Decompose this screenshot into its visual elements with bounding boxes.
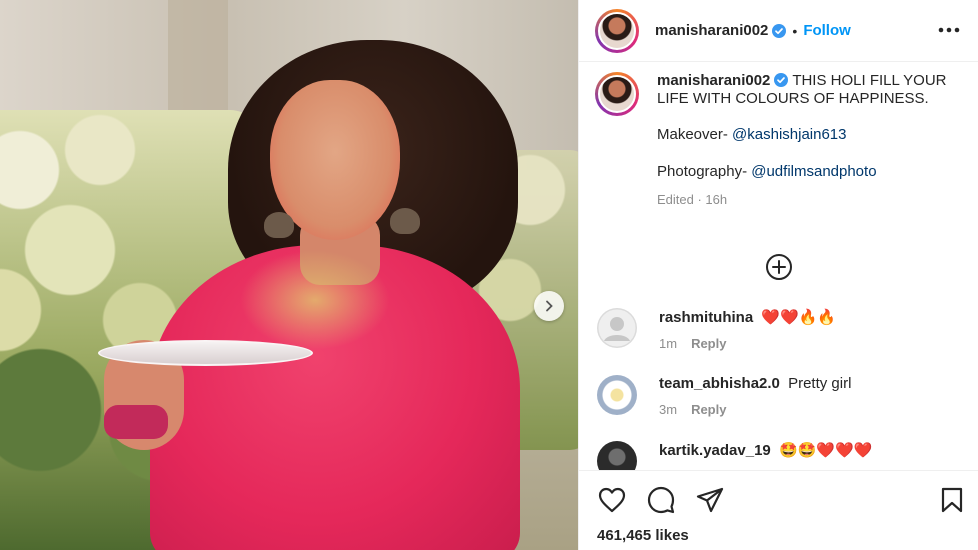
post-photo[interactable]: [0, 0, 578, 550]
author-username[interactable]: manisharani002: [655, 22, 768, 39]
verified-badge-icon: [772, 23, 787, 38]
comment-icon: [647, 486, 675, 514]
carousel-next-button[interactable]: [534, 291, 564, 321]
comment-meta: 1m Reply: [659, 336, 836, 351]
caption-photography-line: Photography- @udfilmsandphoto: [657, 163, 947, 181]
caption-makeover-line: Makeover- @kashishjain613: [657, 126, 947, 144]
post-caption: manisharani002 THIS HOLI FILL YOUR LIFE …: [595, 72, 965, 209]
author-avatar-image: [598, 11, 636, 50]
share-button[interactable]: [695, 485, 725, 515]
comment-line: team_abhisha2.0 Pretty girl: [659, 375, 851, 392]
comment-avatar[interactable]: [597, 375, 637, 415]
photo-earring-left: [264, 212, 294, 238]
heart-outline-icon: [598, 487, 626, 513]
caption-author-avatar[interactable]: [595, 72, 639, 116]
comment-time: 3m: [659, 402, 678, 417]
comment-line: kartik.yadav_19 🤩🤩❤️❤️❤️: [659, 441, 872, 459]
comment-item: rashmituhina ❤️❤️🔥🔥 1m Reply: [597, 308, 836, 351]
photography-mention-link[interactable]: @udfilmsandphoto: [751, 163, 876, 180]
comment-time: 1m: [659, 336, 678, 351]
comment-reply-button[interactable]: Reply: [691, 336, 726, 351]
photo-plate: [98, 340, 313, 366]
comment-username[interactable]: kartik.yadav_19: [659, 442, 771, 459]
photo-holi-powder: [240, 250, 390, 350]
photography-label: Photography-: [657, 163, 748, 180]
post-action-bar: 461,465 likes: [579, 470, 978, 550]
comment-button[interactable]: [646, 485, 676, 515]
comment-item: kartik.yadav_19 🤩🤩❤️❤️❤️: [597, 441, 872, 470]
comment-reply-button[interactable]: Reply: [691, 402, 726, 417]
more-horizontal-icon: [938, 27, 960, 33]
save-button[interactable]: [937, 485, 967, 515]
paper-plane-icon: [696, 487, 724, 513]
makeover-mention-link[interactable]: @kashishjain613: [732, 126, 846, 143]
comment-line: rashmituhina ❤️❤️🔥🔥: [659, 308, 836, 326]
verified-badge-icon: [774, 73, 789, 87]
makeover-label: Makeover-: [657, 126, 728, 143]
chevron-right-icon: [546, 300, 553, 312]
post-side-panel: manisharani002 • Follow manisharani002 T…: [578, 0, 978, 550]
photo-earring-right: [390, 208, 420, 234]
comment-avatar[interactable]: [597, 308, 637, 348]
comment-text: Pretty girl: [788, 375, 852, 392]
follow-button[interactable]: Follow: [803, 22, 851, 39]
comment-text: ❤️❤️🔥🔥: [761, 309, 837, 326]
header-separator: •: [792, 22, 798, 39]
author-avatar[interactable]: [595, 8, 639, 53]
default-avatar-icon: [597, 308, 637, 348]
comment-username[interactable]: rashmituhina: [659, 309, 753, 326]
photo-bangle: [104, 405, 168, 439]
comment-username[interactable]: team_abhisha2.0: [659, 375, 780, 392]
caption-username[interactable]: manisharani002: [657, 72, 770, 89]
comment-meta: 3m Reply: [659, 402, 851, 417]
post-header: manisharani002 • Follow: [579, 0, 978, 62]
like-button[interactable]: [597, 485, 627, 515]
likes-count[interactable]: 461,465 likes: [597, 527, 689, 544]
caption-edited-meta: Edited · 16h: [657, 192, 728, 207]
comment-text: 🤩🤩❤️❤️❤️: [778, 442, 873, 459]
caption-text: manisharani002 THIS HOLI FILL YOUR LIFE …: [657, 72, 947, 209]
more-options-button[interactable]: [937, 18, 961, 42]
comment-avatar[interactable]: [597, 441, 637, 470]
load-more-comments-button[interactable]: [765, 253, 793, 281]
comment-item: team_abhisha2.0 Pretty girl 3m Reply: [597, 375, 851, 417]
bookmark-icon: [941, 487, 963, 513]
plus-circle-icon: [766, 254, 792, 280]
caption-line-1: manisharani002 THIS HOLI FILL YOUR LIFE …: [657, 72, 947, 107]
caption-author-avatar-image: [598, 75, 636, 113]
